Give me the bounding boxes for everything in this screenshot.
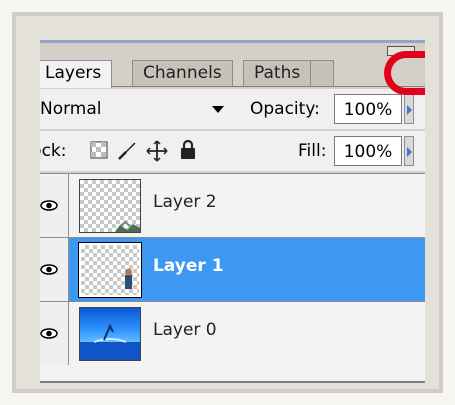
layer-thumbnail (79, 307, 141, 361)
fill-stepper[interactable] (404, 136, 414, 166)
lock-label: Lock: (40, 141, 67, 161)
blend-opacity-row: Normal Opacity: 100% (40, 89, 425, 129)
chevron-down-icon[interactable] (212, 106, 224, 113)
visibility-column (40, 174, 69, 237)
layer-row[interactable]: Layer 0 (40, 301, 425, 365)
layers-list: Layer 2 Layer 1 Layer 0 (40, 173, 425, 381)
lock-transparent-icon[interactable] (90, 141, 108, 159)
layers-panel: Layers Channels Paths Normal Opacity: 10… (40, 40, 425, 383)
layer-row-selected[interactable]: Layer 1 (40, 237, 425, 301)
tab-channels[interactable]: Channels (132, 60, 233, 86)
move-icon[interactable] (146, 140, 168, 162)
layer-name: Layer 2 (153, 192, 217, 212)
eye-icon[interactable] (40, 324, 58, 339)
fill-label: Fill: (298, 141, 327, 161)
opacity-stepper[interactable] (404, 94, 414, 124)
tab-extra[interactable] (310, 60, 334, 86)
visibility-column (40, 238, 69, 301)
layer-thumbnail (79, 179, 141, 233)
annotation-circle (384, 51, 425, 95)
visibility-column (40, 302, 69, 365)
layer-name: Layer 0 (153, 320, 217, 340)
eye-icon[interactable] (40, 260, 58, 275)
layer-thumbnail (78, 242, 142, 298)
fill-field[interactable]: 100% (334, 136, 402, 166)
tab-paths[interactable]: Paths (243, 60, 312, 86)
eye-icon[interactable] (40, 196, 58, 211)
panel-title-strip (40, 43, 425, 57)
panel-tabs: Layers Channels Paths (40, 58, 425, 88)
lock-fill-row: Lock: Fill: 100% (40, 131, 425, 171)
tab-layers[interactable]: Layers (40, 60, 113, 88)
brush-icon[interactable] (116, 140, 138, 162)
layer-name: Layer 1 (153, 256, 224, 276)
opacity-field[interactable]: 100% (334, 94, 402, 124)
lock-icon[interactable] (179, 139, 197, 160)
blend-mode-select[interactable]: Normal (40, 99, 102, 119)
layer-row[interactable]: Layer 2 (40, 173, 425, 237)
opacity-label: Opacity: (250, 99, 320, 119)
